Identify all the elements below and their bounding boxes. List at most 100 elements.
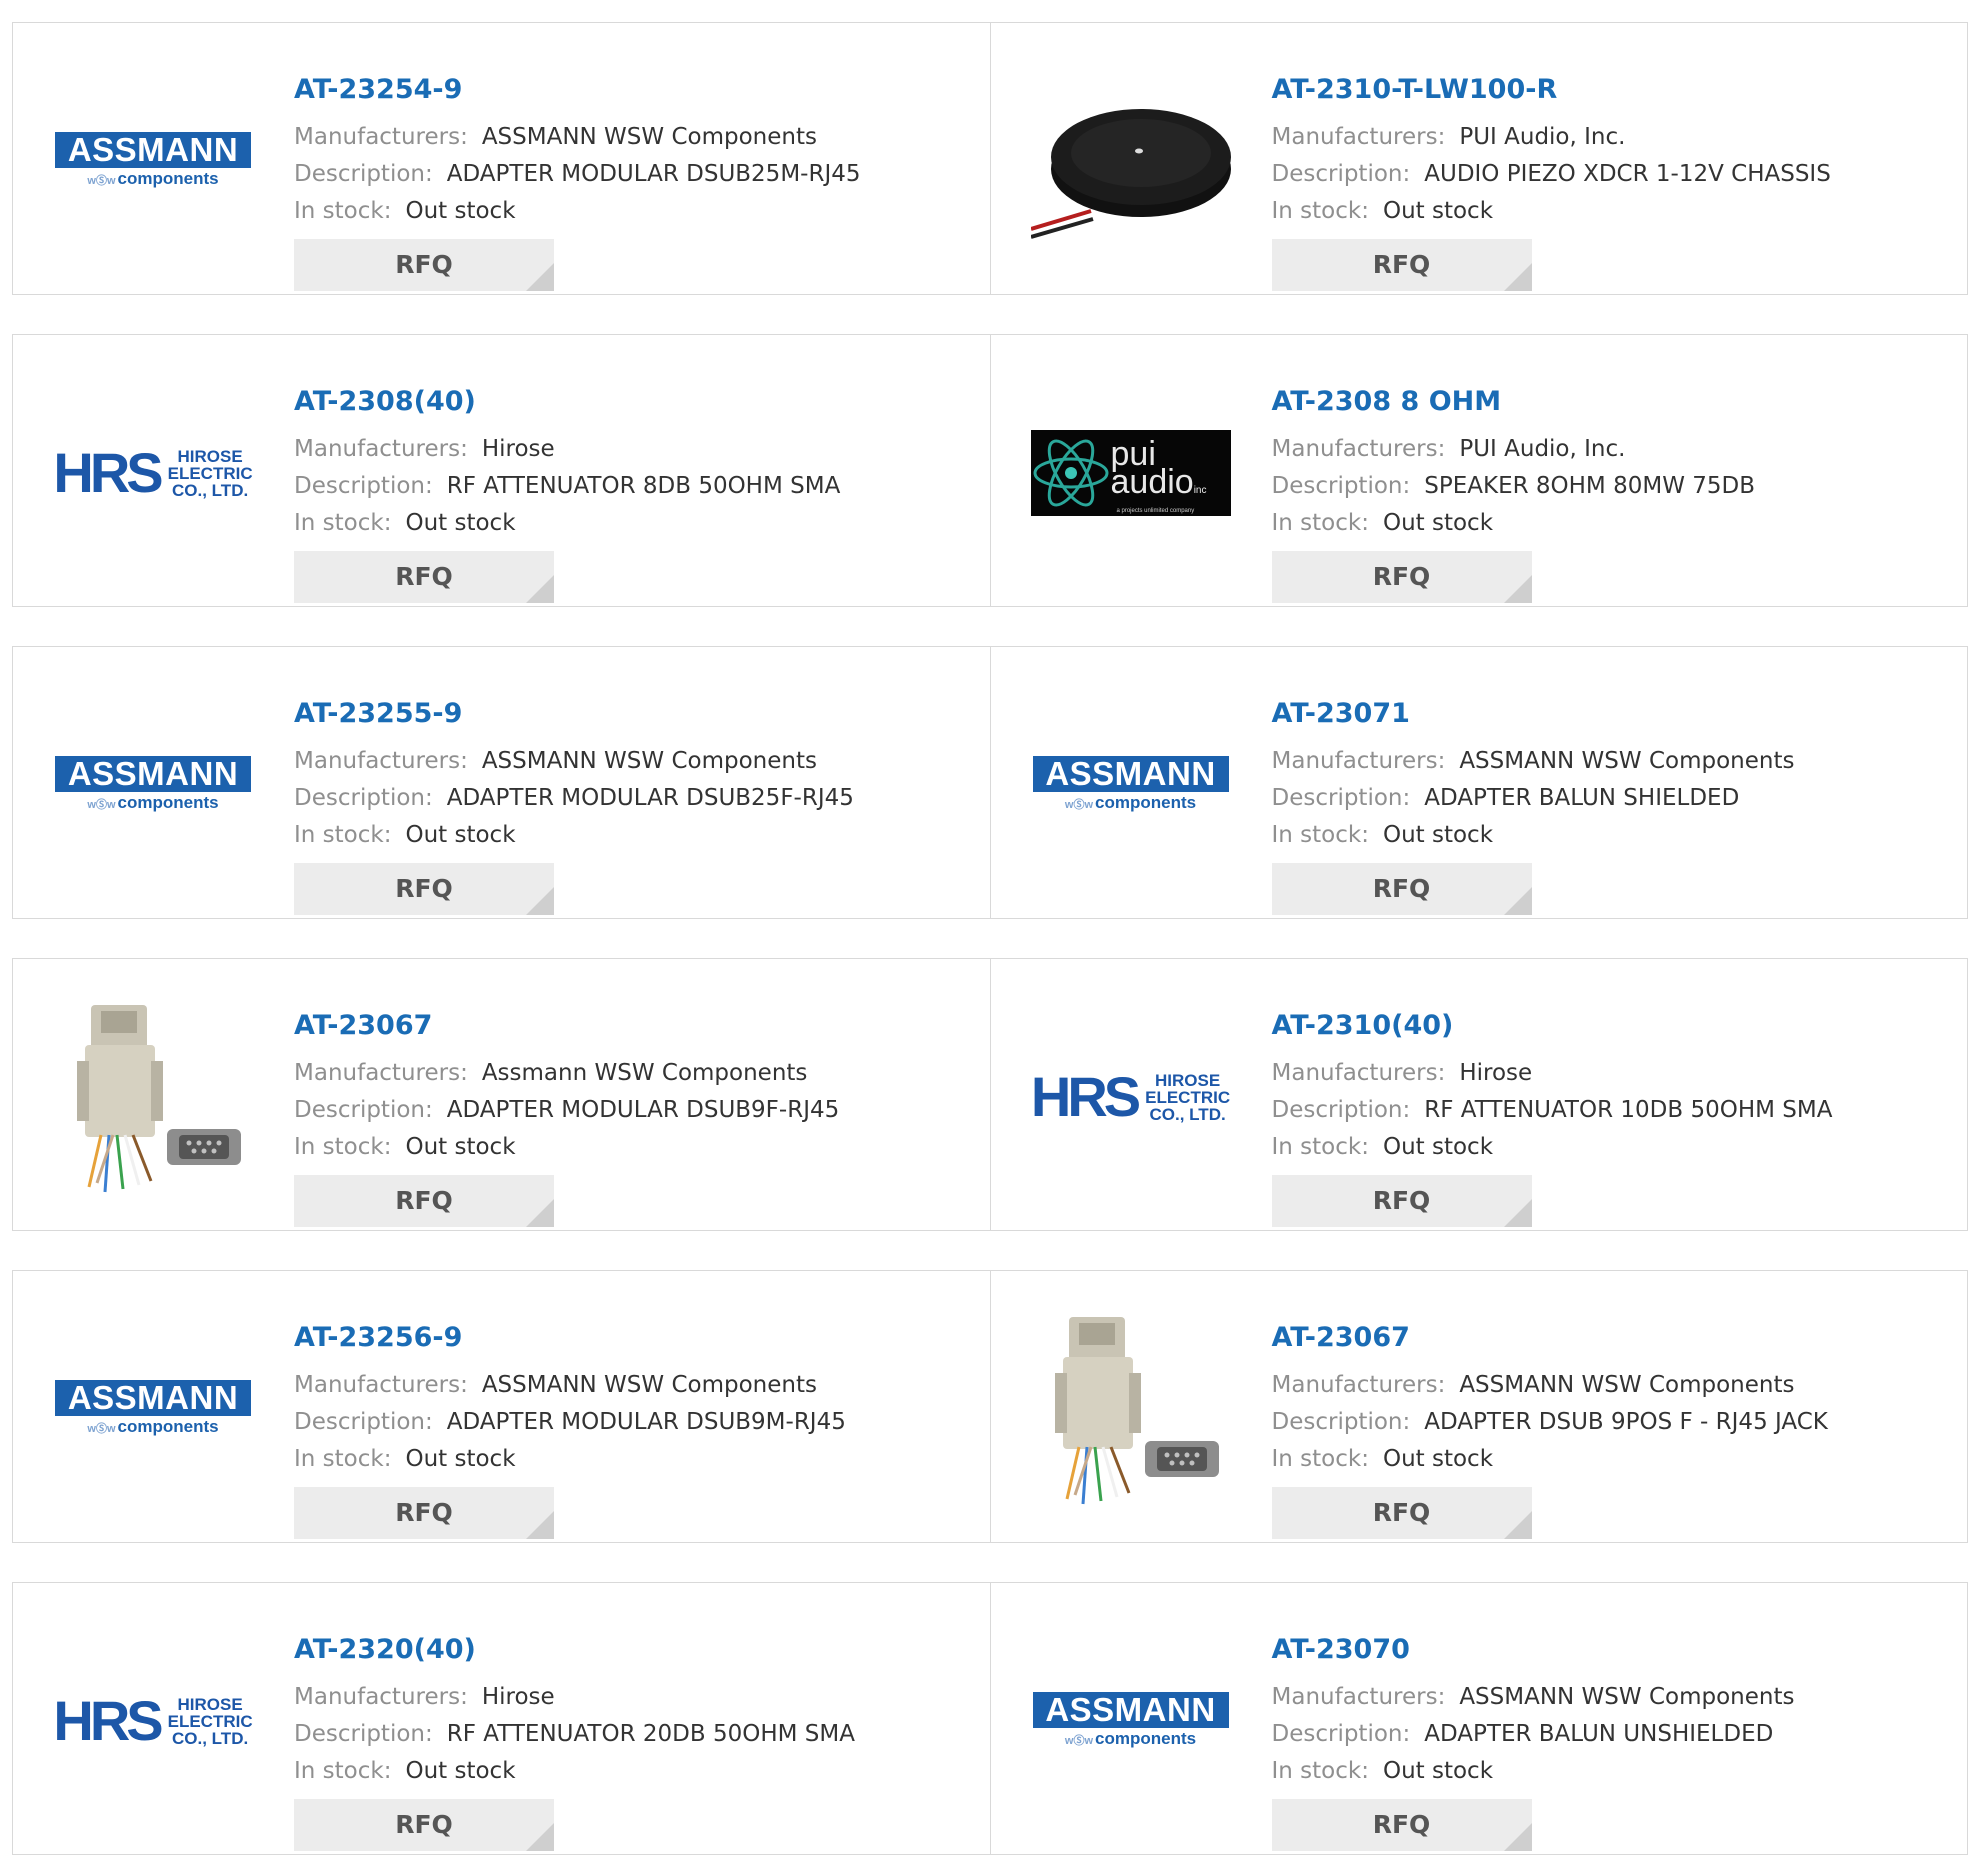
stock-value: Out stock [405, 1134, 516, 1160]
description-row: Description: ADAPTER MODULAR DSUB9F-RJ45 [294, 1092, 980, 1129]
stock-label: In stock: [1271, 1758, 1369, 1784]
manufacturer-label: Manufacturers: [1271, 1372, 1446, 1398]
description-label: Description: [294, 1721, 433, 1747]
description-label: Description: [1271, 785, 1411, 811]
corner-fold-icon [526, 263, 554, 291]
stock-row: In stock: Out stock [1272, 817, 1958, 854]
manufacturer-row: Manufacturers: ASSMANN WSW Components [1272, 1367, 1958, 1404]
product-image[interactable]: ASSMANN wⓈw components [1031, 685, 1231, 885]
part-number-link[interactable]: AT-2308 8 OHM [1272, 385, 1958, 419]
hrs-logo-mark: HRS [1030, 1065, 1141, 1128]
rfq-button[interactable]: RFQ [1271, 863, 1532, 915]
product-image[interactable]: ASSMANN wⓈw components [53, 1309, 253, 1509]
manufacturer-row: Manufacturers: ASSMANN WSW Components [294, 1367, 980, 1404]
manufacturer-value: ASSMANN WSW Components [481, 748, 817, 774]
stock-label: In stock: [1271, 1134, 1369, 1160]
rfq-button[interactable]: RFQ [294, 239, 554, 291]
description-row: Description: ADAPTER MODULAR DSUB25M-RJ45 [294, 156, 980, 193]
manufacturer-value: PUI Audio, Inc. [1459, 436, 1626, 462]
hrs-logo-line: CO., LTD. [172, 1728, 249, 1748]
product-image[interactable] [53, 997, 253, 1197]
stock-label: In stock: [294, 822, 392, 848]
part-number-link[interactable]: AT-23256-9 [294, 1321, 980, 1355]
manufacturer-value: Assmann WSW Components [481, 1060, 808, 1086]
hrs-logo: HRS HIROSE ELECTRIC CO., LTD. [1031, 1069, 1230, 1125]
rfq-button[interactable]: RFQ [1271, 239, 1532, 291]
wsw-mark: wⓈw [87, 1422, 116, 1435]
manufacturer-value: ASSMANN WSW Components [1459, 1684, 1795, 1710]
description-row: Description: AUDIO PIEZO XDCR 1-12V CHASS… [1272, 156, 1958, 193]
product-card: AT-23067 Manufacturers: Assmann WSW Compo… [13, 959, 990, 1230]
product-image[interactable]: HRS HIROSE ELECTRIC CO., LTD. [1031, 997, 1231, 1197]
rfq-button[interactable]: RFQ [294, 863, 554, 915]
product-image[interactable] [1030, 61, 1231, 261]
description-row: Description: ADAPTER MODULAR DSUB9M-RJ45 [294, 1404, 980, 1441]
manufacturer-row: Manufacturers: Hirose [294, 431, 980, 468]
rfq-button[interactable]: RFQ [1271, 1175, 1532, 1227]
corner-fold-icon [526, 575, 554, 603]
assmann-logo-components: components [117, 792, 219, 812]
manufacturer-label: Manufacturers: [1271, 1684, 1446, 1710]
product-image[interactable]: HRS HIROSE ELECTRIC CO., LTD. [53, 1621, 253, 1821]
product-image[interactable]: ASSMANN wⓈw components [53, 685, 253, 885]
rfq-button[interactable]: RFQ [1271, 1487, 1532, 1539]
stock-value: Out stock [1382, 1446, 1494, 1472]
rfq-button[interactable]: RFQ [1271, 1799, 1532, 1851]
product-info: AT-23071 Manufacturers: ASSMANN WSW Compo… [1271, 697, 1958, 915]
description-value: ADAPTER BALUN SHIELDED [1424, 785, 1740, 811]
manufacturer-label: Manufacturers: [294, 1060, 468, 1086]
stock-row: In stock: Out stock [294, 1441, 980, 1478]
rfq-button[interactable]: RFQ [294, 551, 554, 603]
assmann-logo-wordmark: ASSMANN [55, 131, 251, 168]
part-number-link[interactable]: AT-23067 [1272, 1321, 1958, 1355]
piezo-disc-photo [1030, 109, 1231, 239]
corner-fold-icon [1503, 1199, 1532, 1227]
assmann-logo: ASSMANN wⓈw components [55, 755, 251, 815]
part-number-link[interactable]: AT-23067 [294, 1009, 980, 1043]
part-number-link[interactable]: AT-23255-9 [294, 697, 980, 731]
hrs-logo-text: HIROSE ELECTRIC CO., LTD. [168, 448, 253, 499]
stock-row: In stock: Out stock [1272, 505, 1958, 542]
part-number-link[interactable]: AT-23071 [1272, 697, 1958, 731]
part-number-link[interactable]: AT-2308(40) [294, 385, 980, 419]
rfq-button[interactable]: RFQ [294, 1175, 554, 1227]
stock-value: Out stock [405, 510, 516, 536]
corner-fold-icon [526, 1511, 554, 1539]
assmann-logo-components: components [1095, 792, 1197, 812]
product-image[interactable]: HRS HIROSE ELECTRIC CO., LTD. [53, 373, 253, 573]
description-row: Description: ADAPTER BALUN UNSHIELDED [1272, 1716, 1958, 1753]
product-image[interactable]: ASSMANN wⓈw components [53, 61, 253, 261]
rfq-label: RFQ [395, 562, 453, 591]
part-number-link[interactable]: AT-23254-9 [294, 73, 980, 107]
hrs-logo-mark: HRS [53, 441, 163, 504]
product-image[interactable] [1031, 1309, 1231, 1509]
product-row: HRS HIROSE ELECTRIC CO., LTD. AT-2320(40… [12, 1582, 1968, 1855]
assmann-logo-wordmark: ASSMANN [55, 1379, 251, 1416]
part-number-link[interactable]: AT-2320(40) [294, 1633, 980, 1667]
assmann-logo-components: components [117, 168, 219, 188]
product-row: AT-23067 Manufacturers: Assmann WSW Compo… [12, 958, 1968, 1231]
product-image[interactable]: ASSMANN wⓈw components [1031, 1621, 1231, 1821]
rfq-button[interactable]: RFQ [294, 1487, 554, 1539]
stock-row: In stock: Out stock [294, 817, 980, 854]
stock-value: Out stock [1382, 510, 1494, 536]
part-number-link[interactable]: AT-2310-T-LW100-R [1272, 73, 1958, 107]
manufacturer-value: ASSMANN WSW Components [481, 124, 817, 150]
stock-row: In stock: Out stock [1272, 1753, 1958, 1790]
description-value: ADAPTER BALUN UNSHIELDED [1424, 1721, 1774, 1747]
manufacturer-label: Manufacturers: [294, 748, 468, 774]
manufacturer-value: ASSMANN WSW Components [1459, 1372, 1795, 1398]
product-image[interactable]: pui audioinc a projects unlimited company [1030, 373, 1231, 573]
rfq-button[interactable]: RFQ [1271, 551, 1532, 603]
part-number-link[interactable]: AT-2310(40) [1272, 1009, 1958, 1043]
manufacturer-value: ASSMANN WSW Components [1459, 748, 1795, 774]
part-number-link[interactable]: AT-23070 [1272, 1633, 1958, 1667]
manufacturer-label: Manufacturers: [294, 124, 468, 150]
rfq-button[interactable]: RFQ [294, 1799, 554, 1851]
description-row: Description: ADAPTER MODULAR DSUB25F-RJ45 [294, 780, 980, 817]
assmann-logo-subtitle: wⓈw components [55, 1417, 251, 1439]
description-value: AUDIO PIEZO XDCR 1-12V CHASSIS [1424, 161, 1831, 187]
hrs-logo-line: HIROSE [1155, 1070, 1221, 1090]
description-value: ADAPTER DSUB 9POS F - RJ45 JACK [1424, 1409, 1828, 1435]
description-label: Description: [1271, 1097, 1411, 1123]
